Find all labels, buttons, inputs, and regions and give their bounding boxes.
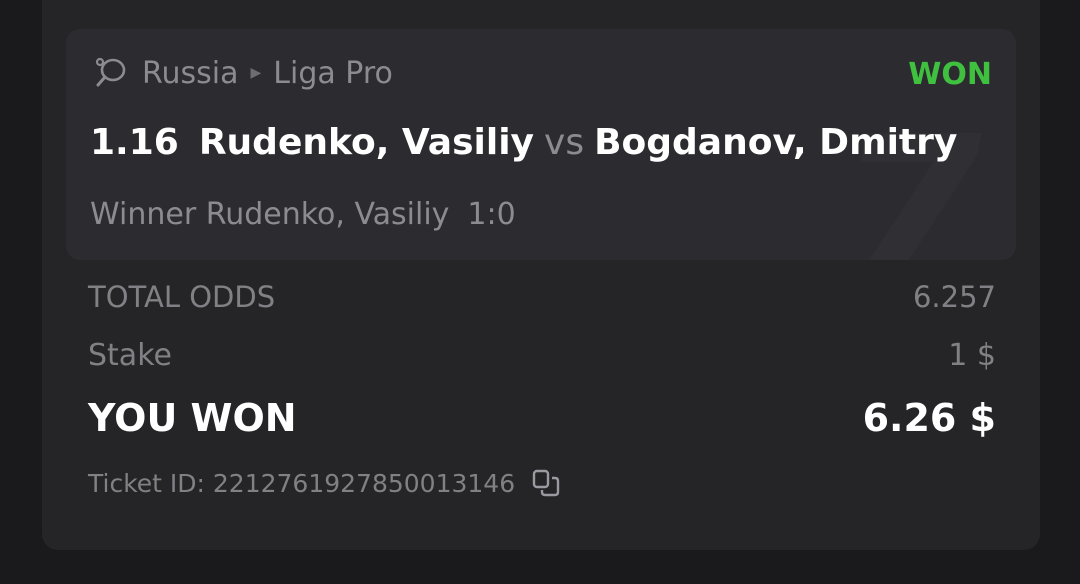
total-odds-row: TOTAL ODDS 6.257 <box>88 280 996 314</box>
ticket-id-label: Ticket ID: 2212761927850013146 <box>88 468 516 498</box>
vs-separator: vs <box>544 122 585 163</box>
event-card[interactable]: 7 Russia ▶ Liga Pro WON 1.16 Rudenko, Vas… <box>66 29 1016 260</box>
market-line: Winner Rudenko, Vasiliy 1:0 <box>90 197 516 232</box>
league-label: Liga Pro <box>273 55 393 91</box>
match-score: 1:0 <box>467 197 516 232</box>
you-won-label: YOU WON <box>88 396 297 440</box>
stake-value: 1 $ <box>948 338 996 373</box>
you-won-value: 6.26 $ <box>862 396 996 440</box>
league-breadcrumb: Russia ▶ Liga Pro <box>92 53 393 93</box>
stake-label: Stake <box>88 338 172 373</box>
total-odds-label: TOTAL ODDS <box>88 280 276 314</box>
home-player: Rudenko, Vasiliy <box>198 122 535 163</box>
stake-row: Stake 1 $ <box>88 338 996 373</box>
copy-icon[interactable] <box>531 468 561 498</box>
breadcrumb-separator-icon: ▶ <box>250 65 262 81</box>
away-player: Bogdanov, Dmitry <box>594 122 958 163</box>
ticket-id-row: Ticket ID: 2212761927850013146 <box>88 468 561 498</box>
you-won-row: YOU WON 6.26 $ <box>88 396 996 440</box>
total-odds-value: 6.257 <box>912 280 996 314</box>
market-label: Winner Rudenko, Vasiliy <box>90 197 450 232</box>
country-label: Russia <box>142 55 239 91</box>
selection-odd: 1.16 <box>90 122 179 163</box>
table-tennis-icon <box>95 57 126 87</box>
match-line: 1.16 Rudenko, Vasiliy vs Bogdanov, Dmitry <box>90 122 957 163</box>
status-badge: WON <box>908 57 992 92</box>
